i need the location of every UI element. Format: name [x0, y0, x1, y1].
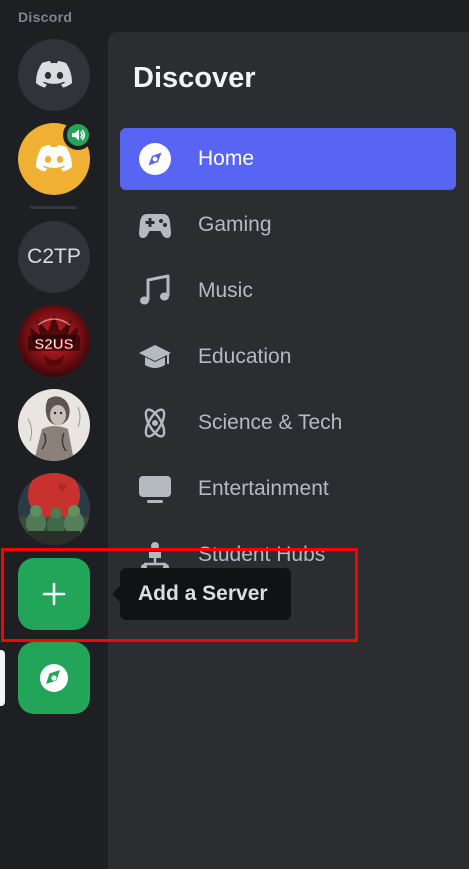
nav-item-entertainment[interactable]: Entertainment [120, 458, 456, 520]
server-red-moon[interactable] [18, 473, 90, 545]
speaker-icon [72, 129, 86, 141]
title-bar: Discord [0, 0, 469, 32]
server-c2tp[interactable]: C2TP [18, 221, 90, 293]
add-server-tooltip: Add a Server [120, 568, 291, 620]
plus-icon [42, 582, 66, 606]
explore-servers-button[interactable] [18, 642, 90, 714]
server-s2us-text: S2US [34, 336, 73, 353]
discover-title: Discover [133, 62, 256, 94]
nav-item-label: Music [198, 279, 253, 302]
nav-item-label: Student Hubs [198, 543, 326, 566]
selected-server-indicator [0, 650, 5, 706]
direct-messages-button[interactable] [18, 39, 90, 111]
monitor-icon [138, 472, 172, 506]
tooltip-text: Add a Server [138, 582, 268, 605]
nav-item-label: Science & Tech [198, 411, 343, 434]
compass-icon [40, 664, 68, 692]
add-server-button[interactable] [18, 558, 90, 630]
student-hub-icon [138, 538, 172, 572]
compass-icon [138, 142, 172, 176]
nav-item-label: Education [198, 345, 292, 368]
server-sketch-art[interactable] [18, 389, 90, 461]
nav-item-science-tech[interactable]: Science & Tech [120, 392, 456, 454]
nav-item-gaming[interactable]: Gaming [120, 194, 456, 256]
nav-item-education[interactable]: Education [120, 326, 456, 388]
server-acronym: C2TP [27, 245, 81, 268]
nav-item-label: Gaming [198, 213, 272, 236]
app-title: Discord [18, 9, 73, 25]
discord-logo-icon [36, 145, 72, 172]
discord-logo-icon [36, 61, 72, 88]
nav-item-label: Entertainment [198, 477, 329, 500]
server-red-moon-avatar [18, 473, 90, 545]
voice-connected-badge [63, 120, 93, 150]
nav-item-label: Home [198, 147, 255, 170]
server-s2us-avatar: S2US [18, 305, 90, 377]
nav-item-home[interactable]: Home [120, 128, 456, 190]
gamepad-icon [138, 208, 172, 242]
server-voice-active[interactable] [18, 120, 93, 195]
nav-item-music[interactable]: Music [120, 260, 456, 322]
tooltip-arrow [112, 586, 120, 602]
server-separator [30, 206, 77, 209]
atom-icon [138, 406, 172, 440]
server-sketch-avatar [18, 389, 90, 461]
graduation-cap-icon [138, 340, 172, 374]
music-note-icon [138, 274, 172, 308]
server-s2us[interactable]: S2US [18, 305, 90, 377]
